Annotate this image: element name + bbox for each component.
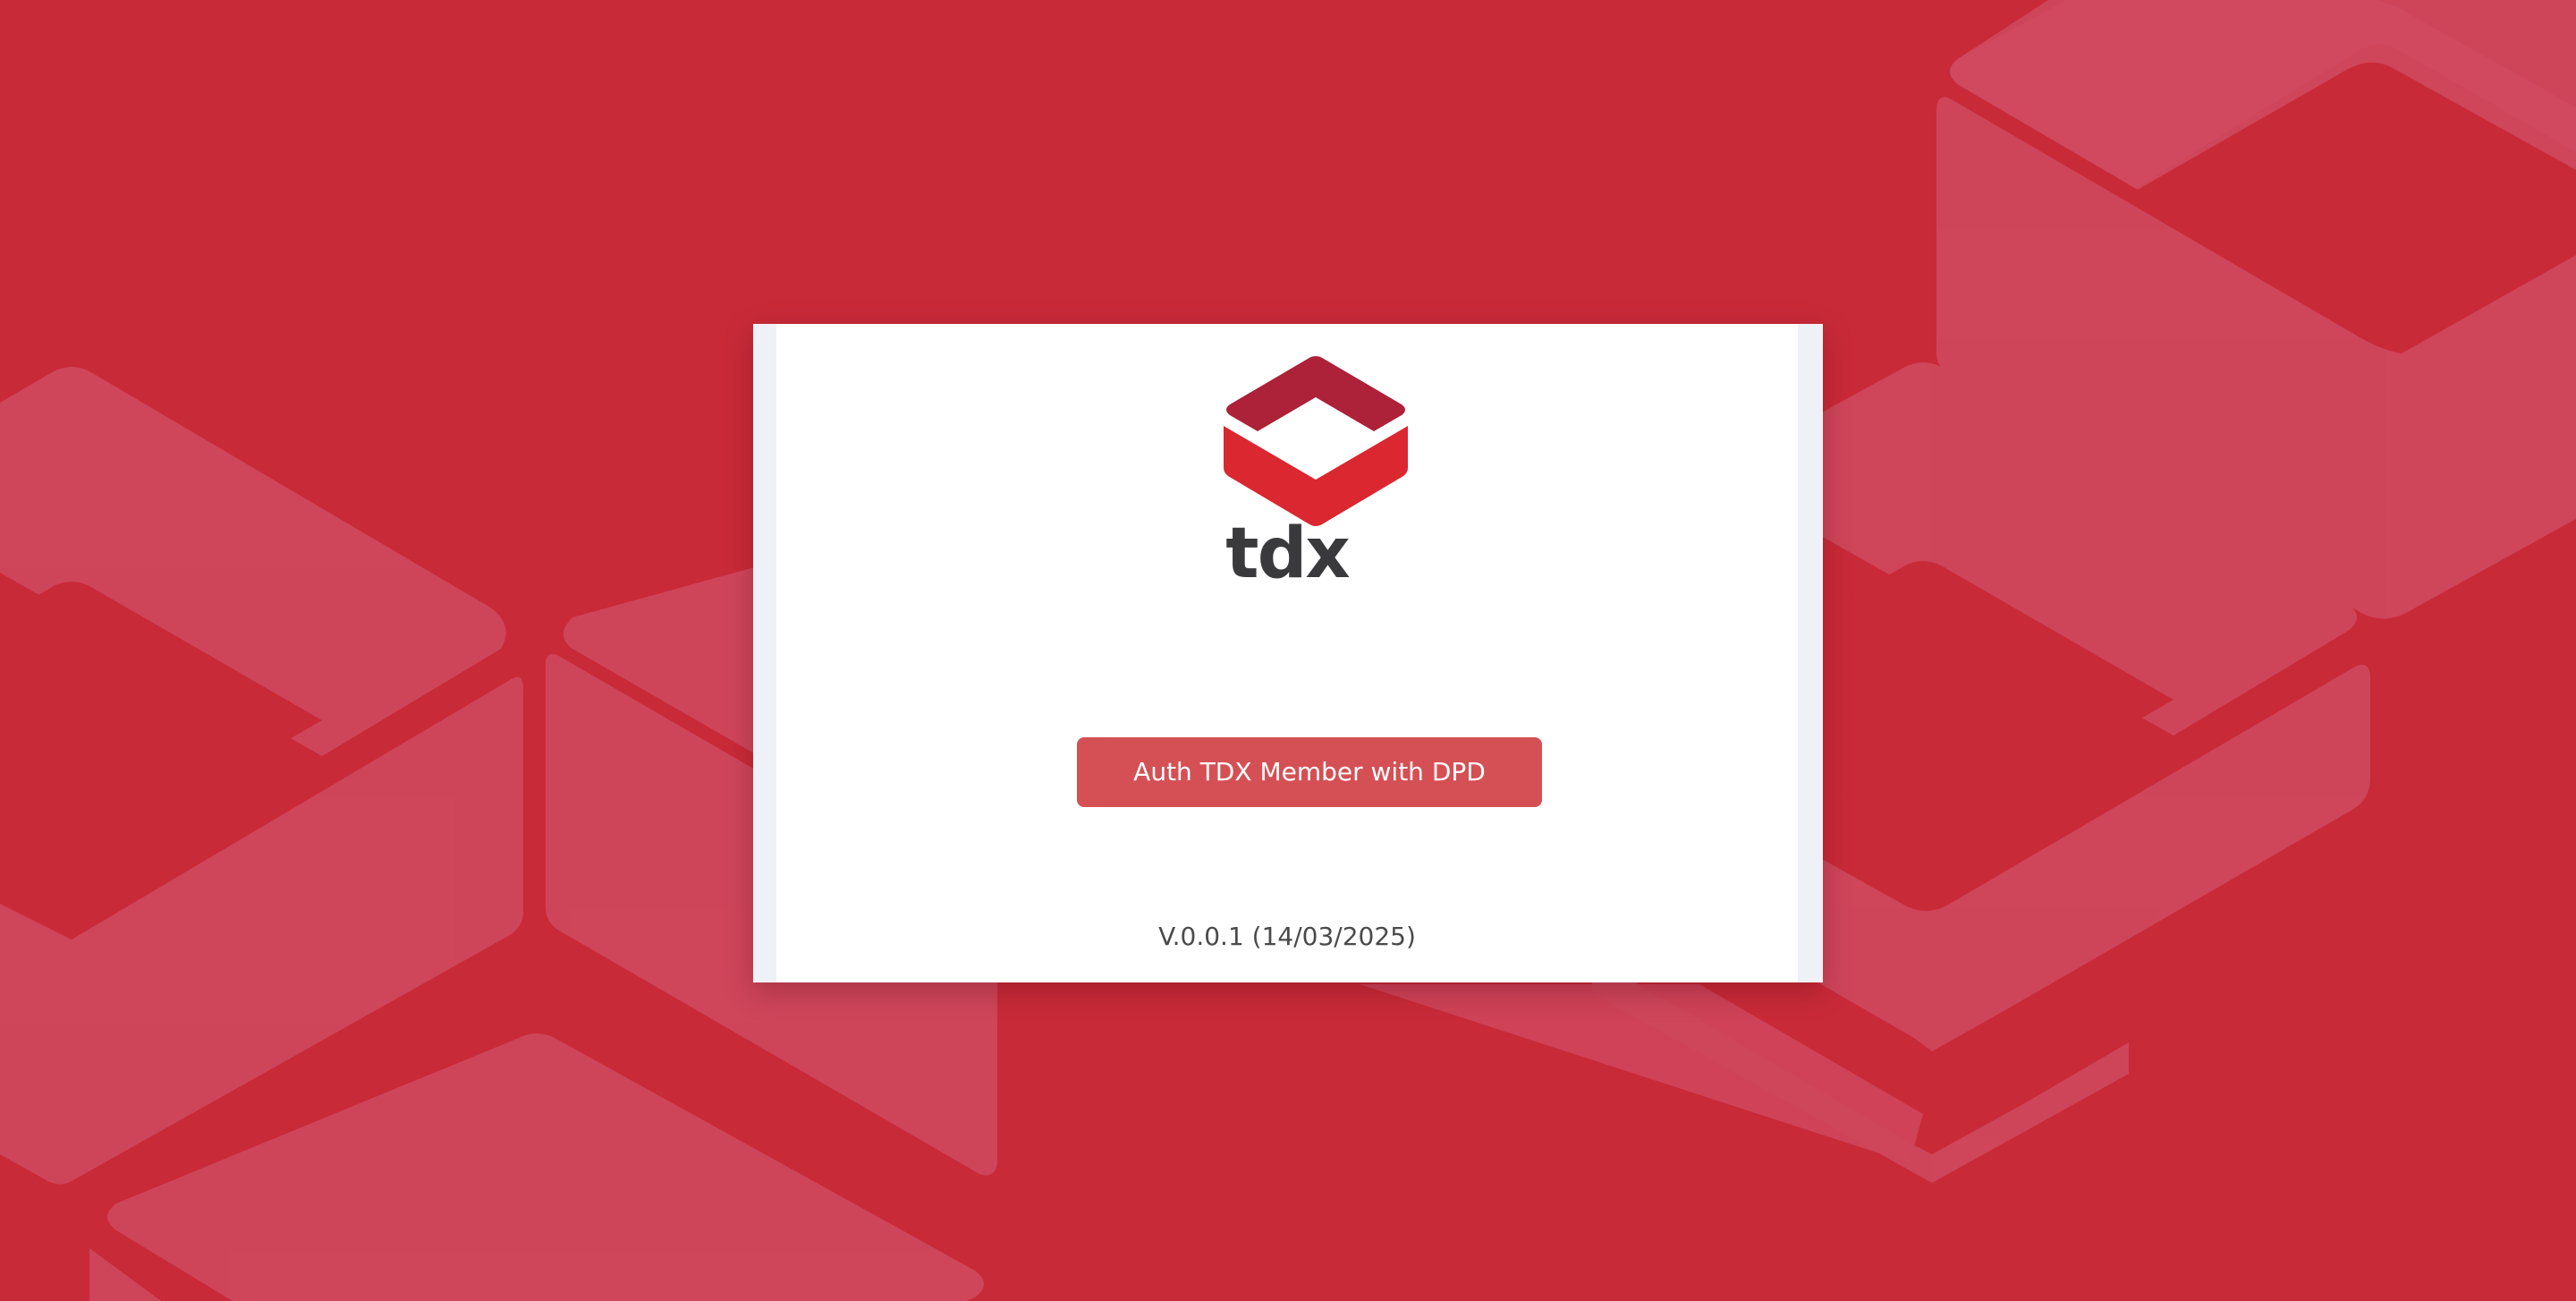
tdx-brand-name: tdx	[1225, 514, 1350, 594]
auth-tdx-member-button[interactable]: Auth TDX Member with DPD	[1077, 737, 1542, 807]
login-card: tdx Auth TDX Member with DPD V.0.0.1 (14…	[753, 324, 1823, 982]
login-screen: tdx Auth TDX Member with DPD V.0.0.1 (14…	[0, 0, 2576, 1301]
tdx-cube-logo-icon	[1224, 356, 1408, 526]
version-label: V.0.0.1 (14/03/2025)	[1158, 922, 1416, 951]
login-card-content: tdx Auth TDX Member with DPD V.0.0.1 (14…	[776, 324, 1798, 982]
